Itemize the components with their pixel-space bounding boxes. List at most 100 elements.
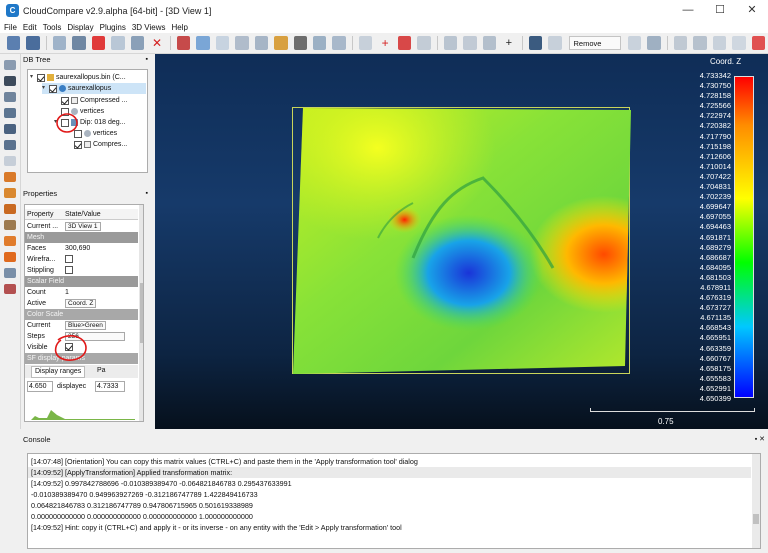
tree-checkbox[interactable] (49, 84, 57, 93)
menu-3d-views[interactable]: 3D Views (132, 23, 166, 32)
display-select[interactable]: 3D View 1 (65, 222, 101, 231)
transform-icon[interactable] (91, 36, 106, 50)
left-view-icon[interactable] (4, 188, 16, 198)
point-picking-icon[interactable] (176, 36, 191, 50)
sf-gradient-icon[interactable] (397, 36, 412, 50)
tree-checkbox[interactable] (61, 107, 69, 116)
delete-icon[interactable]: ✕ (150, 36, 163, 50)
rotate-icon[interactable] (4, 108, 16, 118)
tree-checkbox[interactable] (37, 73, 45, 82)
scroll-thumb[interactable] (140, 283, 143, 343)
sf-list-icon[interactable] (548, 36, 562, 50)
segment-icon[interactable] (111, 36, 125, 50)
merge-icon[interactable] (72, 36, 86, 50)
tree-checkbox[interactable] (74, 140, 82, 149)
bottom-view-icon[interactable] (4, 236, 16, 246)
top-view-icon[interactable] (4, 140, 16, 150)
stippling-checkbox[interactable] (65, 266, 73, 274)
binoculars-icon[interactable] (4, 76, 16, 86)
minimize-button[interactable]: — (672, 0, 704, 21)
iso-view-icon[interactable] (4, 172, 16, 182)
close-button[interactable]: ✕ (736, 0, 768, 21)
steps-spinbox[interactable]: 256 (65, 332, 125, 341)
menu-help[interactable]: Help (172, 23, 188, 32)
statistics-icon[interactable] (482, 36, 497, 50)
screenshot-icon[interactable] (528, 36, 543, 50)
tree-item-compressed[interactable]: Compressed ... (61, 95, 127, 106)
plus-icon[interactable]: + (502, 36, 515, 50)
save-icon[interactable] (26, 36, 40, 50)
tree-item-vertices[interactable]: vertices (61, 106, 104, 117)
collapse-icon[interactable]: ▾ (30, 72, 37, 83)
iso2-view-icon[interactable] (4, 252, 16, 262)
tree-checkbox[interactable] (61, 118, 69, 127)
sf-arithmetic-icon[interactable] (417, 36, 431, 50)
tree-item-vertices-2[interactable]: vertices (74, 128, 117, 139)
visible-checkbox[interactable] (65, 343, 73, 351)
tree-item-compressed-2[interactable]: Compres... (74, 139, 127, 150)
menu-tools[interactable]: Tools (43, 23, 62, 32)
add-sf-icon[interactable]: + (378, 36, 391, 50)
console-scrollbar[interactable] (752, 454, 760, 548)
sf-icon[interactable] (358, 36, 373, 50)
distance-icon[interactable] (332, 36, 346, 50)
db-tree-view[interactable]: ▾ saurexallopus.bin (C... ▾ saurexallopu… (27, 69, 148, 173)
plugin-icon[interactable] (693, 36, 707, 50)
mesh-icon[interactable] (312, 36, 327, 50)
range-max-input[interactable]: 4.7333 (95, 381, 125, 392)
collapse-icon[interactable]: ▾ (42, 83, 49, 94)
tree-item-mesh[interactable]: ▾ saurexallopus (42, 83, 146, 94)
pin-icon[interactable]: ▪ (146, 54, 148, 66)
histogram-icon[interactable] (443, 36, 458, 50)
tab-display-ranges[interactable]: Display ranges (31, 366, 86, 378)
menu-edit[interactable]: Edit (23, 23, 37, 32)
3d-view[interactable]: Coord. Z 4.733342 4.730750 4.728158 4.72556… (155, 54, 768, 429)
zoom-icon[interactable] (4, 92, 16, 102)
clone-icon[interactable] (52, 36, 67, 50)
wireframe-checkbox[interactable] (65, 255, 73, 263)
plugin-icon[interactable] (751, 36, 766, 50)
octree-icon[interactable] (235, 36, 249, 50)
compute-normals-icon[interactable] (196, 36, 210, 50)
filter-sf-icon[interactable] (463, 36, 477, 50)
checkerboard-icon[interactable] (293, 36, 307, 50)
menu-plugins[interactable]: Plugins (100, 23, 126, 32)
properties-table[interactable]: Property State/Value Current ... 3D View… (24, 204, 144, 422)
plugin-icon[interactable] (732, 36, 746, 50)
tree-checkbox[interactable] (74, 129, 82, 138)
tab-parameters[interactable]: Pa (97, 366, 106, 376)
collapse-icon[interactable]: ▾ (54, 117, 61, 128)
front-view-icon[interactable] (4, 124, 16, 134)
tree-item-file[interactable]: ▾ saurexallopus.bin (C... (30, 72, 126, 83)
remove-filter-button[interactable]: Remove filter (568, 36, 621, 62)
scroll-thumb[interactable] (753, 514, 759, 524)
translate-rotate-icon[interactable] (130, 36, 145, 50)
range-min-input[interactable]: 4.650 (27, 381, 53, 392)
filter-icon[interactable] (628, 36, 642, 50)
menu-file[interactable]: File (4, 23, 17, 32)
sample-icon[interactable] (254, 36, 269, 50)
color-scale-select[interactable]: Blue>Green (65, 321, 106, 330)
plugin-icon[interactable] (712, 36, 727, 50)
back-view-icon[interactable] (4, 220, 16, 230)
pin-icon[interactable]: ▪ (146, 188, 148, 200)
perspective-icon[interactable] (4, 268, 16, 278)
open-icon[interactable] (7, 36, 21, 50)
right-view-icon[interactable] (4, 204, 16, 214)
menu-display[interactable]: Display (67, 23, 93, 32)
properties-scrollbar[interactable] (139, 205, 143, 421)
pin-icon[interactable]: ▪ ✕ (755, 434, 765, 446)
active-sf-select[interactable]: Coord. Z (65, 299, 97, 308)
tree-item-dip[interactable]: ▾ Dip: 018 deg... (54, 117, 126, 128)
qcompass-icon[interactable] (647, 36, 661, 50)
maximize-button[interactable]: ☐ (704, 0, 736, 21)
console-log[interactable]: [14:07:48] [Orientation] You can copy th… (27, 453, 761, 549)
mesh-render[interactable] (292, 107, 631, 374)
color-icon[interactable] (274, 36, 288, 50)
grid-icon[interactable] (215, 36, 230, 50)
tree-checkbox[interactable] (61, 96, 69, 105)
search-icon[interactable] (4, 156, 16, 166)
lights-icon[interactable] (4, 284, 16, 294)
plugin-icon[interactable] (673, 36, 688, 50)
pointer-icon[interactable] (4, 60, 16, 70)
